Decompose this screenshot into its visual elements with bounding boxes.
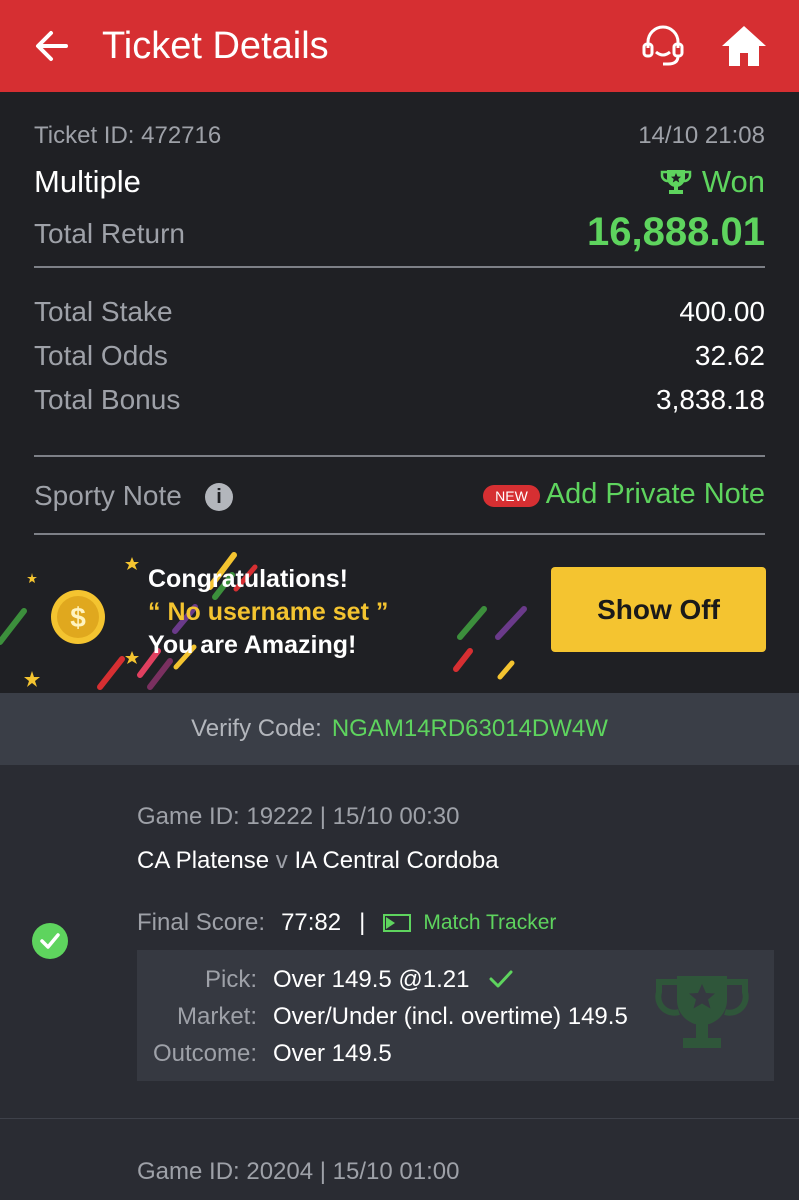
verify-code-value[interactable]: NGAM14RD63014DW4W: [332, 715, 608, 742]
info-icon[interactable]: i: [205, 483, 233, 511]
congrats-username: “ No username set ”: [148, 598, 389, 626]
divider: [34, 533, 765, 535]
home-icon: [722, 26, 766, 66]
home-team: CA Platense: [137, 847, 270, 874]
sporty-note-label: Sporty Note: [34, 480, 182, 511]
add-private-note-link[interactable]: Add Private Note: [546, 478, 765, 511]
trophy-watermark-icon: [655, 976, 749, 1048]
headset-icon: [642, 25, 684, 66]
market-value: Over/Under (incl. overtime) 149.5: [273, 1003, 628, 1030]
market-label: Market:: [176, 1003, 257, 1030]
final-score-row: Final Score: 77:82 | Match Tracker: [137, 909, 556, 937]
show-off-button[interactable]: Show Off: [551, 567, 766, 652]
match-teams: CA Platense v IA Central Cordoba: [137, 847, 499, 875]
pick-text: Over 149.5 @1.21: [273, 966, 470, 993]
check-circle-icon: [32, 923, 68, 959]
total-stake-value: 400.00: [679, 296, 765, 327]
game-card: Game ID: 19222 | 15/10 00:30 CA Platense…: [0, 765, 799, 1118]
pick-details: Pick: Over 149.5 @1.21 Market: Over/Unde…: [137, 950, 774, 1081]
page-title: Ticket Details: [102, 25, 329, 67]
outcome-value: Over 149.5: [273, 1040, 392, 1067]
total-bonus-value: 3,838.18: [656, 384, 765, 415]
trophy-icon: [660, 170, 692, 194]
top-app-bar: Ticket Details: [0, 0, 799, 92]
divider: [34, 455, 765, 457]
divider: [34, 266, 765, 268]
home-button[interactable]: [718, 22, 770, 70]
ticket-summary: Ticket ID: 472716 14/10 21:08 Multiple W…: [0, 92, 799, 693]
checkmark-icon: [40, 933, 60, 949]
final-score-label: Final Score:: [137, 909, 266, 936]
total-odds-label: Total Odds: [34, 340, 168, 371]
outcome-label: Outcome:: [152, 1040, 257, 1067]
pick-label: Pick:: [204, 966, 257, 993]
bet-type: Multiple: [34, 164, 141, 199]
congrats-line-3: You are Amazing!: [148, 631, 357, 659]
final-score-value: 77:82: [281, 909, 342, 936]
total-bonus-label: Total Bonus: [34, 384, 181, 415]
card-divider: [0, 1118, 799, 1119]
total-stake-label: Total Stake: [34, 296, 173, 327]
versus: v: [275, 847, 288, 874]
congrats-message: Congratulations! “ No username set ” You…: [148, 563, 388, 662]
match-tracker-icon[interactable]: [383, 914, 412, 932]
status-badge: Won: [660, 164, 765, 200]
game-id: Game ID: 20204 | 15/10 01:00: [137, 1158, 460, 1185]
pick-check-icon: [489, 970, 513, 988]
total-odds-value: 32.62: [694, 340, 765, 371]
pick-value: Over 149.5 @1.21: [273, 966, 514, 994]
game-id: Game ID: 19222 | 15/10 00:30: [137, 803, 460, 830]
support-button[interactable]: [638, 22, 688, 70]
svg-text:$: $: [70, 602, 86, 633]
new-badge: NEW: [483, 485, 540, 507]
congrats-line-1: Congratulations!: [148, 565, 348, 593]
match-tracker-link[interactable]: Match Tracker: [423, 911, 556, 935]
verify-code-bar: Verify Code: NGAM14RD63014DW4W: [0, 693, 799, 765]
congrats-banner: $ Congratulations! “ No username set ” Y…: [0, 547, 799, 693]
back-button[interactable]: [30, 24, 74, 68]
arrow-left-icon: [36, 31, 68, 61]
ticket-date: 14/10 21:08: [638, 122, 765, 149]
separator: |: [359, 909, 366, 936]
status-text: Won: [701, 164, 765, 199]
away-team: IA Central Cordoba: [294, 847, 499, 874]
total-return-value: 16,888.01: [587, 210, 765, 254]
verify-code-label: Verify Code:: [191, 715, 322, 742]
